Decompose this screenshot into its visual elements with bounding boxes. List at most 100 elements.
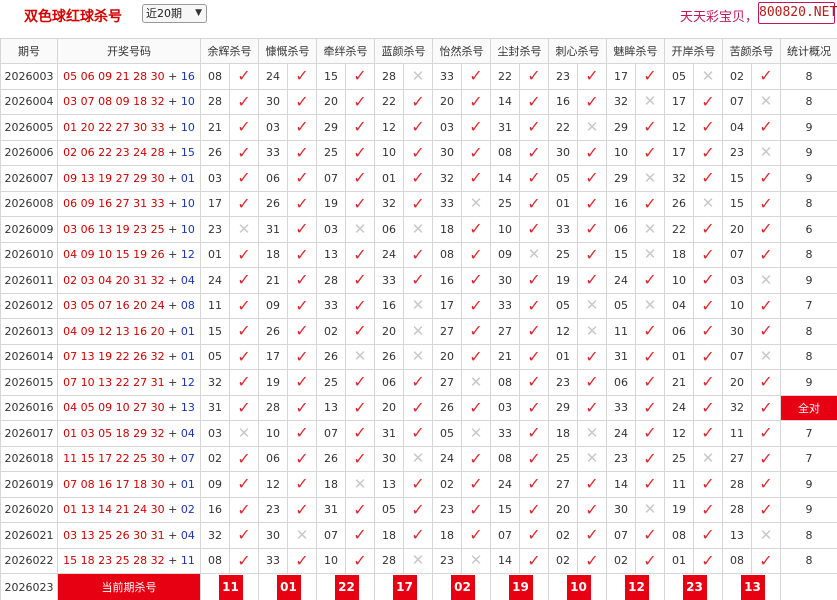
kill-result: ✓ (403, 369, 433, 396)
kill-number: 15 (722, 190, 752, 217)
cross-icon: ✕ (759, 525, 773, 544)
kill-number: 23 (548, 63, 578, 90)
kill-result: ✓ (229, 547, 259, 574)
stat-summary: 9 (780, 369, 837, 396)
kill-result: ✓ (519, 420, 549, 447)
kill-result: ✓ (287, 369, 317, 396)
draw-numbers: 01 13 14 21 24 30 + 02 (57, 496, 201, 523)
kill-result: ✓ (519, 343, 549, 370)
check-icon: ✓ (585, 474, 599, 494)
stat-summary: 8 (780, 522, 837, 549)
plus-sign: + (164, 95, 181, 109)
check-icon: ✓ (527, 295, 541, 315)
kill-number: 18 (316, 471, 346, 498)
kill-result: ✓ (403, 139, 433, 166)
table-row: 2026005 01 20 22 27 30 33 + 10 21 ✓ 03 ✓ 29 ✓ 12… (0, 114, 837, 141)
check-icon: ✓ (527, 499, 541, 519)
cross-icon: ✕ (759, 143, 773, 162)
kill-result: ✓ (519, 394, 549, 421)
kill-result: ✓ (345, 496, 375, 523)
kill-result: ✓ (403, 88, 433, 115)
kill-number: 19 (258, 369, 288, 396)
check-icon: ✓ (527, 66, 541, 86)
draw-numbers: 02 03 04 20 31 32 + 04 (57, 267, 201, 294)
check-icon: ✓ (237, 193, 251, 213)
kill-number: 05 (374, 496, 404, 523)
predicted-kill-number: 19 (508, 574, 533, 600)
kill-result: ✓ (577, 63, 607, 90)
kill-result: ✕ (461, 420, 491, 447)
plus-sign: + (164, 452, 181, 466)
check-icon: ✓ (585, 91, 599, 111)
red-balls: 03 13 25 26 30 31 (63, 528, 165, 542)
stat-summary: 9 (780, 114, 837, 141)
predicted-kill-number: 12 (624, 574, 649, 600)
check-icon: ✓ (237, 117, 251, 137)
stat-summary: 8 (780, 343, 837, 370)
kill-number: 27 (490, 318, 520, 345)
kill-number: 11 (722, 420, 752, 447)
period-select-value: 近20期 (146, 7, 182, 20)
kill-number: 15 (606, 241, 636, 268)
check-icon: ✓ (643, 270, 657, 290)
stat-summary: 全对 (780, 394, 837, 421)
kill-number: 33 (432, 190, 462, 217)
kill-result: ✓ (635, 114, 665, 141)
check-icon: ✓ (585, 525, 599, 545)
check-icon: ✓ (527, 346, 541, 366)
kill-number: 14 (606, 471, 636, 498)
stat-summary: 8 (780, 190, 837, 217)
predicted-kill-cell: 11 (200, 573, 259, 600)
kill-result: ✓ (345, 420, 375, 447)
kill-result: ✕ (403, 292, 433, 319)
cross-icon: ✕ (411, 321, 425, 340)
kill-result: ✓ (229, 114, 259, 141)
check-icon: ✓ (295, 219, 309, 239)
kill-number: 13 (316, 394, 346, 421)
kill-number: 03 (490, 394, 520, 421)
kill-result: ✕ (461, 547, 491, 574)
kill-result: ✓ (693, 369, 723, 396)
column-header: 余辉杀号 (200, 38, 259, 64)
red-balls: 01 13 14 21 24 30 (63, 503, 165, 517)
kill-result: ✓ (693, 496, 723, 523)
kill-number: 24 (490, 471, 520, 498)
plus-sign: + (164, 171, 181, 185)
kill-result: ✓ (461, 114, 491, 141)
check-icon: ✓ (643, 346, 657, 366)
kill-number: 04 (722, 114, 752, 141)
check-icon: ✓ (585, 499, 599, 519)
kill-result: ✓ (287, 63, 317, 90)
kill-number: 30 (258, 522, 288, 549)
check-icon: ✓ (353, 321, 367, 341)
kill-result: ✓ (751, 471, 781, 498)
kill-result: ✓ (751, 216, 781, 243)
kill-result: ✓ (229, 88, 259, 115)
kill-number: 06 (258, 165, 288, 192)
kill-result: ✓ (693, 241, 723, 268)
check-icon: ✓ (295, 91, 309, 111)
kill-number: 05 (606, 292, 636, 319)
red-balls: 11 15 17 22 25 30 (63, 452, 165, 466)
kill-number: 06 (606, 216, 636, 243)
table-body: 2026003 05 06 09 21 28 30 + 16 08 ✓ 24 ✓ 15 ✓ 28… (0, 63, 837, 600)
red-balls: 06 09 16 27 31 33 (63, 197, 165, 211)
period-select[interactable]: 近20期 ▼ (142, 4, 207, 23)
stat-summary: 7 (780, 445, 837, 472)
kill-number: 20 (722, 216, 752, 243)
kill-result: ✓ (229, 471, 259, 498)
check-icon: ✓ (469, 295, 483, 315)
kill-number: 07 (316, 522, 346, 549)
kill-result: ✓ (519, 445, 549, 472)
kill-result: ✓ (403, 190, 433, 217)
brand-domain-link[interactable]: 800820.NET (758, 2, 837, 24)
stat-summary: 8 (780, 63, 837, 90)
plus-sign: + (164, 503, 181, 517)
kill-number: 33 (432, 63, 462, 90)
predicted-kill-number: 23 (682, 574, 707, 600)
issue-number: 2026005 (0, 114, 58, 141)
check-icon: ✓ (411, 397, 425, 417)
check-icon: ✓ (469, 66, 483, 86)
column-header: 牵绊杀号 (316, 38, 375, 64)
kill-result: ✓ (519, 216, 549, 243)
